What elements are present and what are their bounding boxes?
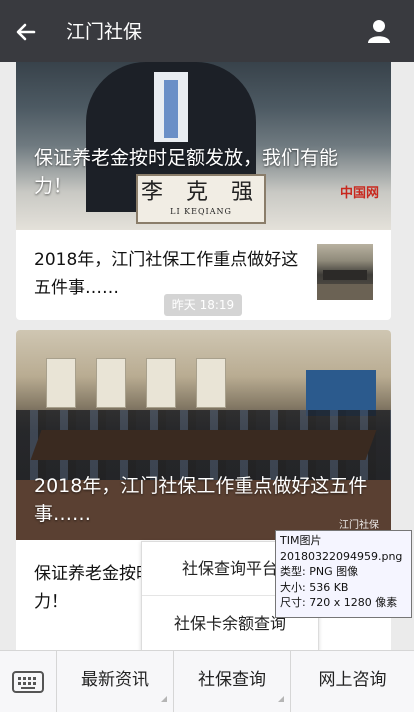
menu-tab-online-consultation[interactable]: 网上咨询 [291, 651, 414, 712]
image-info-tooltip: TIM图片 20180322094959.png 类型: PNG 图像 大小: … [275, 530, 412, 618]
keyboard-icon [12, 671, 44, 693]
window [196, 358, 226, 408]
user-profile-icon[interactable] [366, 18, 392, 44]
window [46, 358, 76, 408]
tooltip-line: 类型: PNG 图像 [280, 565, 359, 578]
menu-tab-social-security-query[interactable]: 社保查询 [174, 651, 291, 712]
bottom-menu-bar: 最新资讯 社保查询 网上咨询 [0, 650, 414, 712]
tooltip-line: 大小: 536 KB [280, 580, 349, 594]
thumb-detail [323, 270, 367, 280]
top-navigation-bar: 江门社保 [0, 0, 414, 62]
hero-tie [164, 80, 178, 138]
article-card[interactable]: 李 克 强 LI KEQIANG 中国网 保证养老金按时足额发放，我们有能力！ … [16, 62, 391, 320]
hero-caption: 保证养老金按时足额发放，我们有能力！ [34, 147, 339, 197]
menu-tab-label: 社保查询 [198, 670, 266, 690]
message-timestamp: 昨天 18:19 [164, 294, 242, 316]
watermark: 江门社保 [339, 520, 379, 531]
window [96, 358, 126, 408]
keyboard-toggle-button[interactable] [0, 651, 57, 712]
submenu-indicator-icon [161, 696, 167, 702]
menu-tab-latest-news[interactable]: 最新资讯 [57, 651, 174, 712]
nameplate-subtext: LI KEQIANG [170, 207, 232, 216]
thumb-detail [317, 284, 373, 300]
back-arrow-icon[interactable] [12, 18, 40, 46]
menu-tab-label: 最新资讯 [81, 670, 149, 690]
menu-tab-label: 网上咨询 [318, 670, 387, 690]
article-thumbnail [317, 244, 373, 300]
article-hero-image[interactable]: 2018年，江门社保工作重点做好这五件事…… 江门社保 [16, 330, 391, 540]
page-title: 江门社保 [66, 21, 143, 43]
tooltip-line: 尺寸: 720 x 1280 像素 [280, 596, 398, 609]
submenu-indicator-icon [278, 696, 284, 702]
window [146, 358, 176, 408]
tooltip-line: TIM图片 [280, 534, 322, 547]
hero-caption: 2018年，江门社保工作重点做好这五件事…… [34, 475, 368, 525]
article-hero-image[interactable]: 李 克 强 LI KEQIANG 中国网 保证养老金按时足额发放，我们有能力！ [16, 62, 391, 230]
meeting-table [30, 430, 377, 460]
tooltip-line: 20180322094959.png [280, 549, 403, 563]
